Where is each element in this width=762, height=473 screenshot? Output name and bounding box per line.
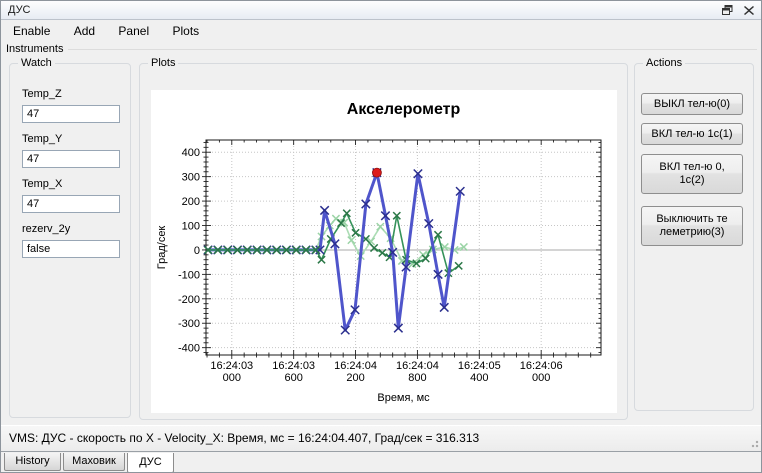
- tab-mahovik[interactable]: Маховик: [63, 453, 125, 471]
- accelerometer-chart: 16:24:0300016:24:0360016:24:0420016:24:0…: [151, 90, 617, 413]
- temp-x-value-field[interactable]: [22, 195, 120, 213]
- button-label: ВЫКЛ тел-ю(0): [654, 98, 730, 111]
- svg-text:0: 0: [194, 245, 200, 257]
- temp-z-value-field[interactable]: [22, 105, 120, 123]
- instruments-group-header: Instruments: [6, 42, 757, 56]
- svg-text:16:24:06: 16:24:06: [520, 360, 563, 372]
- watch-field-temp-x: Temp_X: [22, 178, 130, 223]
- svg-text:400: 400: [470, 372, 488, 384]
- telemetry-off-0-button[interactable]: ВЫКЛ тел-ю(0): [641, 93, 743, 115]
- tab-history[interactable]: History: [4, 453, 61, 471]
- button-label-line1: ВКЛ тел-ю 0,: [659, 161, 724, 174]
- resize-grip[interactable]: [749, 438, 759, 448]
- svg-text:16:24:04: 16:24:04: [396, 360, 439, 372]
- svg-text:16:24:03: 16:24:03: [210, 360, 253, 372]
- svg-text:16:24:03: 16:24:03: [272, 360, 315, 372]
- temp-y-value-field[interactable]: [22, 150, 120, 168]
- watch-field-temp-z: Temp_Z: [22, 88, 130, 133]
- telemetry-disable-3-button[interactable]: Выключить те леметрию(3): [641, 206, 743, 246]
- menu-item-enable[interactable]: Enable: [11, 21, 52, 41]
- plots-group-label: Plots: [148, 57, 178, 69]
- instruments-divider: [68, 49, 757, 50]
- svg-text:000: 000: [223, 372, 241, 384]
- menu-item-panel[interactable]: Panel: [116, 21, 151, 41]
- accelerometer-plot-panel[interactable]: 16:24:0300016:24:0360016:24:0420016:24:0…: [151, 90, 617, 413]
- watch-field-temp-y: Temp_Y: [22, 133, 130, 178]
- instruments-group-label: Instruments: [6, 43, 68, 55]
- title-bar[interactable]: ДУС: [1, 1, 761, 20]
- temp-z-label: Temp_Z: [22, 88, 130, 103]
- telemetry-on-0-1s-button[interactable]: ВКЛ тел-ю 0, 1с(2): [641, 154, 743, 194]
- svg-text:-400: -400: [178, 343, 200, 355]
- svg-text:16:24:04: 16:24:04: [334, 360, 377, 372]
- watch-group: Watch Temp_Z Temp_Y Temp_X rezerv_2y: [9, 63, 131, 418]
- watch-group-label: Watch: [18, 57, 55, 69]
- svg-text:-300: -300: [178, 318, 200, 330]
- rezerv-2y-label: rezerv_2y: [22, 223, 130, 238]
- temp-x-label: Temp_X: [22, 178, 130, 193]
- svg-text:800: 800: [408, 372, 426, 384]
- close-icon[interactable]: [741, 3, 757, 17]
- menu-item-add[interactable]: Add: [72, 21, 97, 41]
- svg-text:-200: -200: [178, 294, 200, 306]
- svg-text:200: 200: [346, 372, 364, 384]
- svg-text:000: 000: [532, 372, 550, 384]
- svg-text:Град/сек: Град/сек: [156, 226, 168, 270]
- svg-text:600: 600: [284, 372, 302, 384]
- svg-text:Время, мс: Время, мс: [377, 392, 430, 404]
- svg-text:100: 100: [182, 221, 200, 233]
- button-label-line2: 1с(2): [679, 174, 704, 187]
- status-bar: VMS: ДУС - скорость по X - Velocity_X: В…: [1, 425, 761, 452]
- rezerv-2y-value-field[interactable]: [22, 240, 120, 258]
- actions-group-label: Actions: [643, 57, 685, 69]
- tab-dus[interactable]: ДУС: [127, 453, 174, 473]
- window-title: ДУС: [8, 4, 31, 16]
- status-text: VMS: ДУС - скорость по X - Velocity_X: В…: [9, 431, 479, 445]
- menu-bar: Enable Add Panel Plots: [1, 21, 761, 41]
- svg-text:Акселерометр: Акселерометр: [347, 101, 461, 118]
- menu-item-plots[interactable]: Plots: [170, 21, 201, 41]
- actions-group: Actions ВЫКЛ тел-ю(0) ВКЛ тел-ю 1с(1) ВК…: [634, 63, 754, 411]
- svg-text:400: 400: [182, 147, 200, 159]
- button-label-line2: леметрию(3): [660, 226, 725, 239]
- bottom-tab-strip: History Маховик ДУС: [1, 453, 761, 472]
- temp-y-label: Temp_Y: [22, 133, 130, 148]
- svg-text:16:24:05: 16:24:05: [458, 360, 501, 372]
- watch-field-rezerv-2y: rezerv_2y: [22, 223, 130, 268]
- dus-window: ДУС Enable Add Panel Plots Instrument: [0, 0, 762, 473]
- button-label: ВКЛ тел-ю 1с(1): [651, 128, 732, 141]
- plots-group: Plots 16:24:0300016:24:0360016:24:042001…: [139, 63, 628, 420]
- svg-text:200: 200: [182, 196, 200, 208]
- restore-icon[interactable]: [719, 3, 735, 17]
- svg-text:-100: -100: [178, 269, 200, 281]
- svg-text:300: 300: [182, 172, 200, 184]
- telemetry-on-1s-button[interactable]: ВКЛ тел-ю 1с(1): [641, 123, 743, 145]
- button-label-line1: Выключить те: [656, 213, 727, 226]
